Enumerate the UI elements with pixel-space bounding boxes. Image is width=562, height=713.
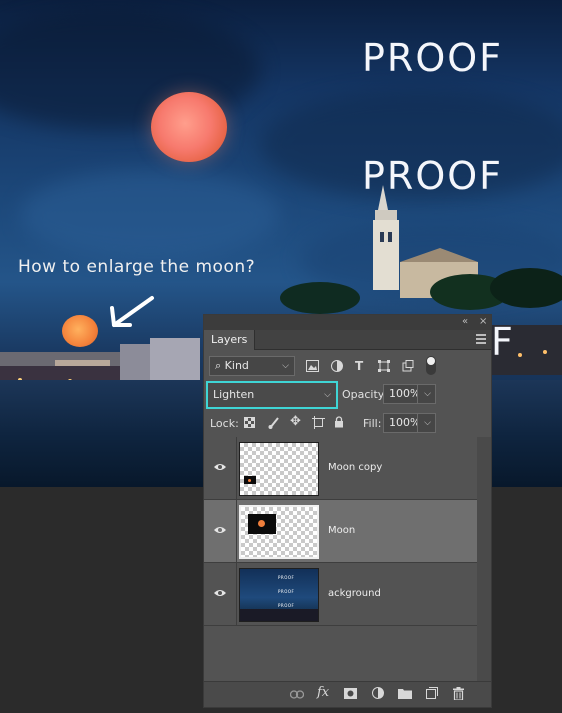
arrow-icon [110, 296, 154, 327]
watermark-edge-fragment: F [491, 320, 515, 364]
smart-object-filter-icon[interactable] [402, 360, 414, 372]
lock-label: Lock: [210, 417, 239, 430]
mask-icon[interactable] [344, 688, 357, 699]
collapse-icon[interactable]: « [462, 316, 468, 328]
fill-dropdown-button[interactable]: ⌵ [417, 413, 436, 433]
adjustment-filter-icon[interactable] [331, 360, 343, 372]
layer-list: Moon copy Moon PROOF PROOF PROOF ackgrou… [204, 437, 491, 631]
divider [236, 563, 237, 625]
eye-icon[interactable] [213, 524, 227, 536]
layer-name[interactable]: Moon [328, 525, 355, 536]
panel-menu-icon[interactable] [476, 334, 486, 344]
original-moon [62, 315, 98, 347]
thumbnail-moon [258, 520, 265, 527]
divider [236, 500, 237, 562]
shape-filter-icon[interactable] [378, 360, 390, 372]
layer-name[interactable]: Moon copy [328, 462, 382, 473]
layers-panel: « × Layers ⌕ Kind ⌵ T Lighten ⌵ Opacity:… [203, 314, 492, 708]
tab-layers[interactable]: Layers [204, 330, 256, 350]
layer-thumbnail [239, 505, 319, 559]
watermark-text: PROOF [362, 154, 503, 198]
layer-thumbnail: PROOF PROOF PROOF [239, 568, 319, 622]
filter-row: ⌕ Kind ⌵ T [204, 352, 491, 380]
link-icon[interactable] [290, 690, 304, 699]
blend-row: Lighten ⌵ Opacity: 100% ⌵ [204, 379, 491, 409]
eye-icon[interactable] [213, 587, 227, 599]
chevron-down-icon: ⌵ [324, 390, 331, 400]
panel-scroll-area [204, 631, 491, 681]
lock-transparent-pixels-icon[interactable] [244, 417, 255, 428]
close-icon[interactable]: × [479, 316, 487, 328]
layer-row-selected[interactable]: Moon [204, 500, 477, 563]
panel-title-bar[interactable]: « × [204, 315, 491, 330]
enlarged-moon [151, 92, 227, 162]
trash-icon[interactable] [453, 687, 464, 700]
layer-row[interactable]: Moon copy [204, 437, 477, 500]
divider [236, 437, 237, 499]
thumbnail-watermark: PROOF [278, 589, 295, 594]
layer-name[interactable]: ackground [328, 588, 381, 599]
layer-row[interactable]: PROOF PROOF PROOF ackground [204, 563, 477, 626]
search-icon: ⌕ [215, 359, 222, 372]
blend-mode-value: Lighten [213, 388, 255, 401]
thumbnail-watermark: PROOF [278, 575, 295, 580]
lock-position-icon[interactable]: ✥ [290, 415, 301, 429]
folder-icon[interactable] [398, 688, 412, 699]
panel-footer: fx [204, 681, 491, 707]
lock-all-icon[interactable] [334, 416, 344, 428]
adjustment-icon[interactable] [372, 687, 384, 699]
filter-kind-select[interactable]: ⌕ Kind ⌵ [209, 356, 295, 376]
filter-kind-value: Kind [224, 359, 249, 372]
tutorial-caption: How to enlarge the moon? [18, 257, 256, 277]
lock-image-pixels-icon[interactable] [268, 416, 280, 429]
opacity-value: 100% [389, 387, 421, 400]
artboard-lock-icon[interactable] [312, 416, 325, 429]
chevron-down-icon: ⌵ [424, 418, 431, 428]
chevron-down-icon: ⌵ [424, 389, 431, 399]
opacity-label: Opacity: [342, 388, 388, 401]
thumbnail-watermark: PROOF [278, 603, 295, 608]
fx-icon[interactable]: fx [317, 686, 329, 700]
new-layer-icon[interactable] [426, 687, 438, 699]
panel-tab-row: Layers [204, 330, 491, 350]
filter-toggle-switch[interactable] [426, 356, 436, 375]
image-filter-icon[interactable] [306, 360, 319, 372]
panel-scrollbar[interactable] [477, 437, 491, 681]
blend-mode-select[interactable]: Lighten ⌵ [206, 381, 338, 409]
eye-icon[interactable] [213, 461, 227, 473]
type-filter-icon[interactable]: T [355, 359, 363, 373]
fill-label: Fill: [363, 417, 382, 430]
watermark-text: PROOF [362, 36, 503, 80]
fill-value: 100% [389, 416, 421, 429]
chevron-down-icon: ⌵ [282, 361, 289, 371]
thumbnail-town [240, 609, 318, 621]
opacity-dropdown-button[interactable]: ⌵ [417, 384, 436, 404]
thumbnail-moon [248, 479, 251, 482]
lock-row: Lock: ✥ Fill: 100% ⌵ [204, 409, 491, 437]
layer-thumbnail [239, 442, 319, 496]
